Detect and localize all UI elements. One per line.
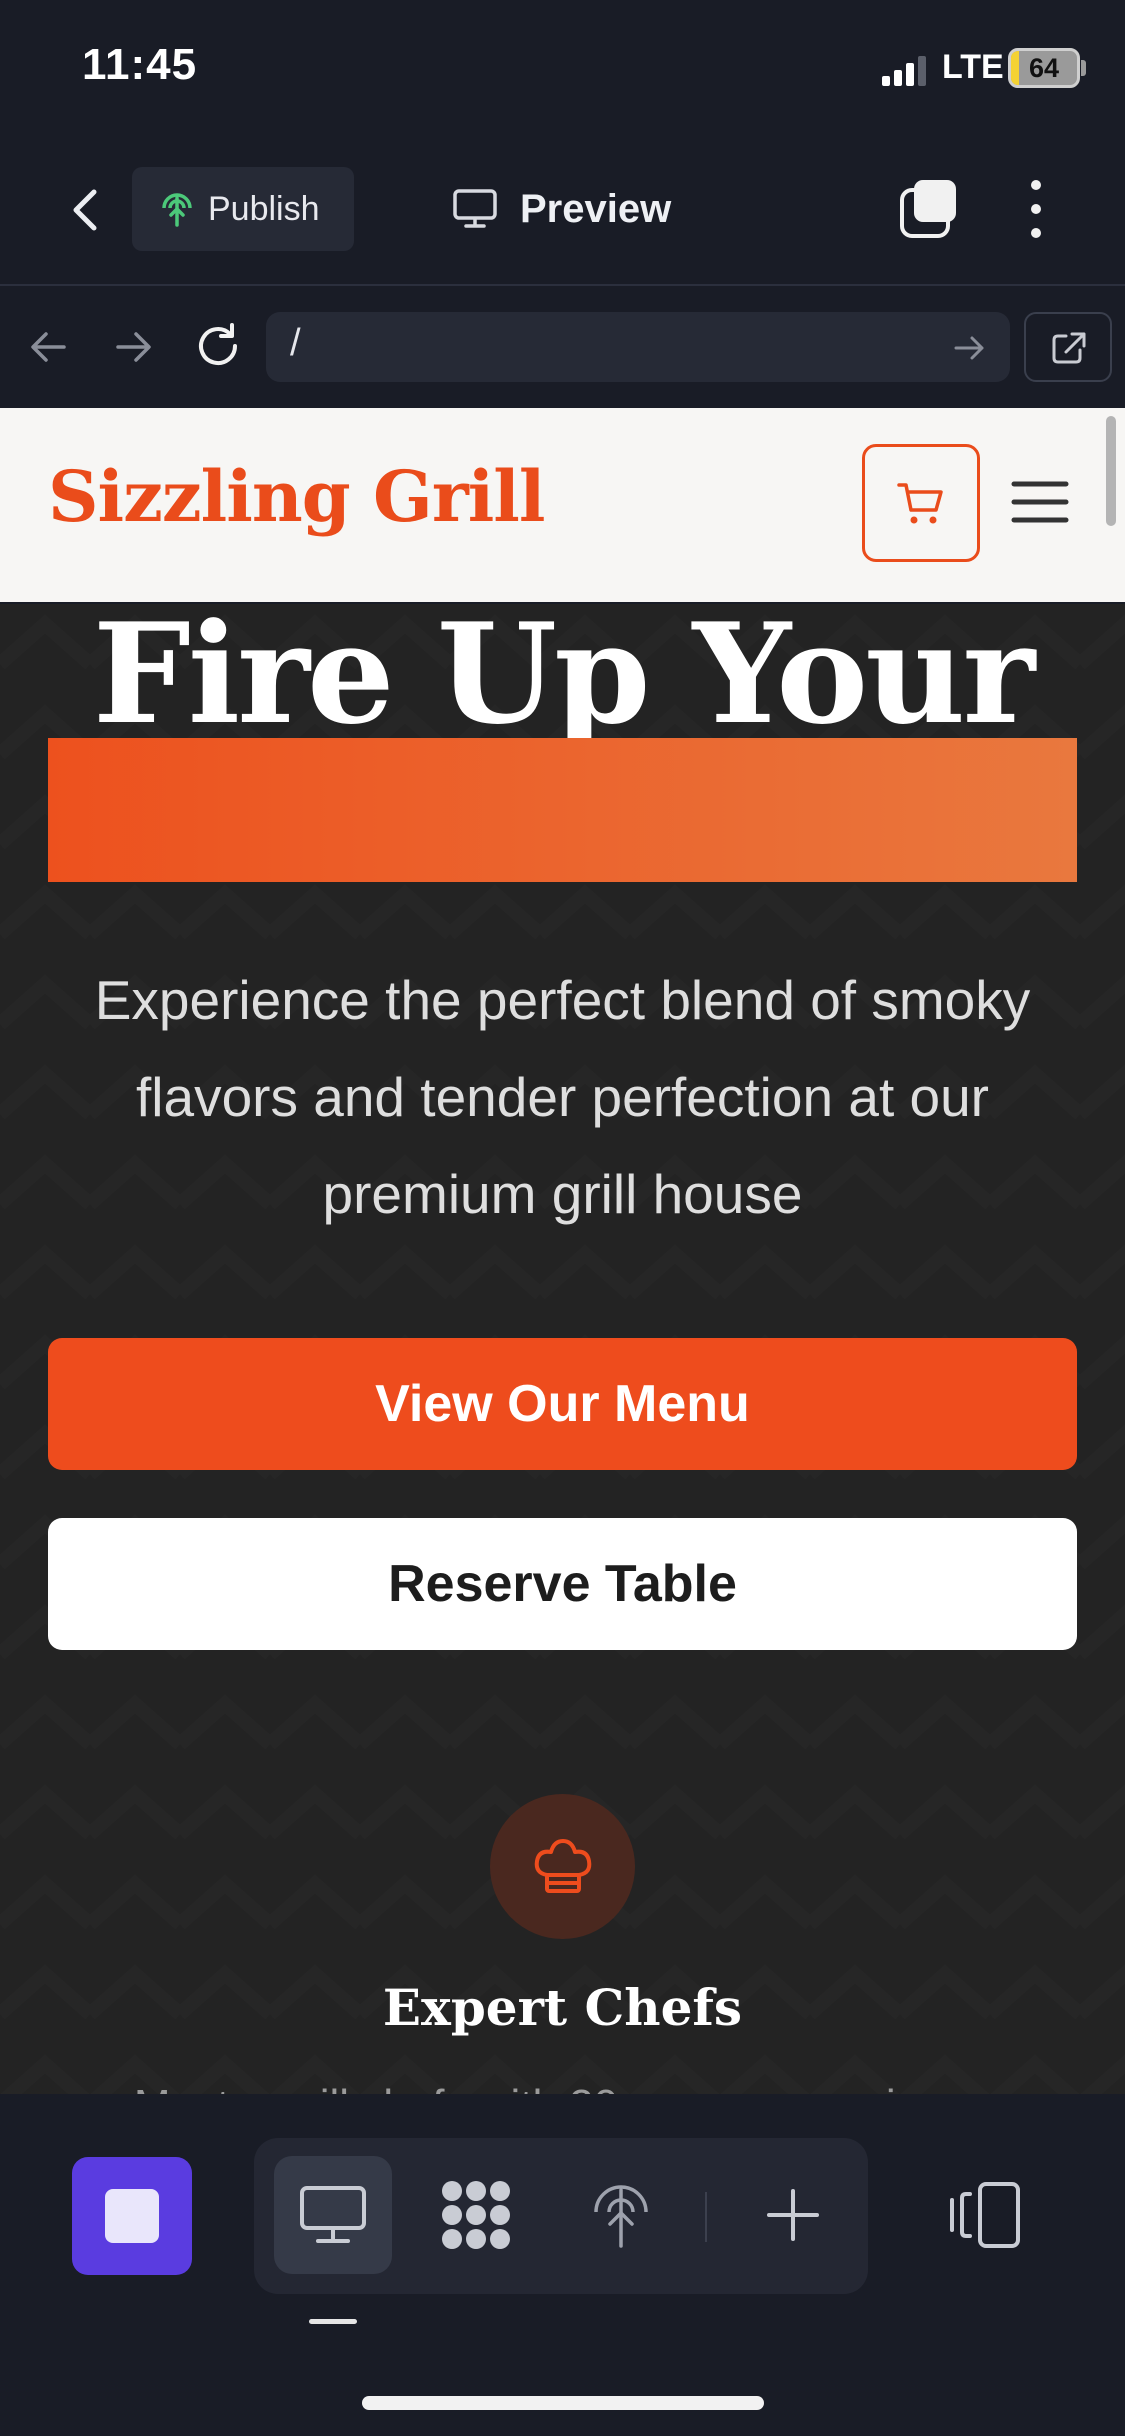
back-icon[interactable]	[60, 180, 110, 240]
tab-desktop-preview[interactable]	[274, 2156, 392, 2274]
view-menu-button[interactable]: View Our Menu	[48, 1338, 1077, 1470]
stop-icon	[105, 2189, 159, 2243]
tab-divider	[705, 2192, 707, 2242]
reserve-table-button[interactable]: Reserve Table	[48, 1518, 1077, 1650]
open-external-button[interactable]	[1024, 312, 1112, 382]
preview-button[interactable]: Preview	[452, 176, 671, 242]
arrow-left-icon[interactable]	[24, 322, 74, 372]
active-tab-indicator	[309, 2319, 357, 2324]
hero-description: Experience the perfect blend of smoky fl…	[94, 969, 1031, 1225]
site-brand-logo[interactable]: Sizzling Grill	[48, 455, 545, 538]
add-icon	[767, 2189, 819, 2241]
network-label: LTE	[942, 48, 1004, 86]
more-icon[interactable]	[1024, 176, 1048, 242]
hero-title: Fire Up Your	[92, 592, 1035, 755]
url-input[interactable]	[266, 312, 1010, 382]
cart-icon	[897, 483, 943, 524]
publish-label: Publish	[208, 189, 320, 228]
tab-add[interactable]	[734, 2156, 852, 2274]
battery-nub	[1081, 60, 1086, 76]
publish-icon	[594, 2185, 648, 2248]
feature-title: Expert Chefs	[382, 1978, 743, 2037]
tab-integrations[interactable]	[417, 2156, 535, 2274]
device-switch-icon[interactable]	[946, 2176, 1030, 2256]
url-value: /	[290, 322, 301, 364]
publish-icon	[162, 193, 192, 227]
monitor-icon	[300, 2186, 366, 2243]
hero-highlight-bar	[48, 738, 1077, 882]
page-scrollbar[interactable]	[1106, 416, 1116, 526]
reload-icon[interactable]	[192, 320, 244, 372]
grid-icon	[442, 2181, 510, 2249]
feature-description: Master grill chefs with 20+ years experi…	[0, 2074, 1125, 2094]
hamburger-icon[interactable]	[1010, 474, 1070, 530]
monitor-icon	[453, 189, 497, 228]
preview-label: Preview	[520, 186, 672, 231]
chef-badge	[490, 1794, 635, 1939]
signal-icon	[882, 56, 926, 86]
battery-level: 64	[1028, 53, 1060, 83]
chef-hat-icon	[534, 1838, 591, 1893]
publish-button[interactable]: Publish	[132, 167, 354, 251]
external-link-icon	[1052, 332, 1086, 364]
home-indicator[interactable]	[362, 2396, 764, 2410]
app-switcher-button[interactable]	[72, 2157, 192, 2275]
arrow-right-icon[interactable]	[108, 322, 158, 372]
copy-icon[interactable]	[898, 178, 960, 240]
battery-icon: 64	[1008, 48, 1080, 88]
go-arrow-icon[interactable]	[950, 328, 990, 368]
status-time: 11:45	[82, 40, 198, 89]
cart-button[interactable]	[862, 444, 980, 562]
tab-publish[interactable]	[562, 2156, 680, 2274]
